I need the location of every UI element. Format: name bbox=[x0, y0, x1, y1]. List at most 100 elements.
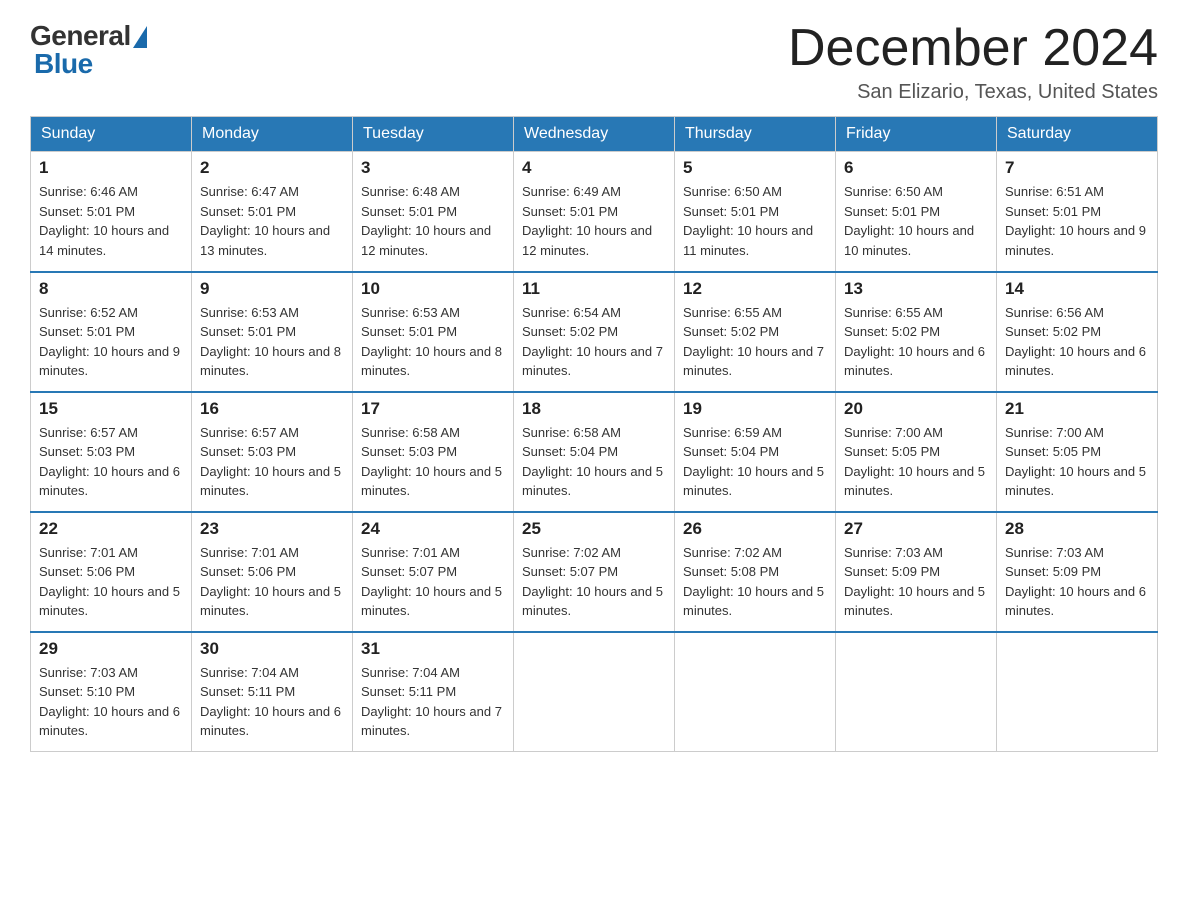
calendar-day-cell: 2 Sunrise: 6:47 AMSunset: 5:01 PMDaylight… bbox=[192, 152, 353, 272]
day-number: 4 bbox=[522, 158, 666, 178]
calendar-day-cell: 6 Sunrise: 6:50 AMSunset: 5:01 PMDaylight… bbox=[836, 152, 997, 272]
calendar-day-cell: 15 Sunrise: 6:57 AMSunset: 5:03 PMDayligh… bbox=[31, 392, 192, 512]
calendar-day-cell: 17 Sunrise: 6:58 AMSunset: 5:03 PMDayligh… bbox=[353, 392, 514, 512]
calendar-day-cell: 30 Sunrise: 7:04 AMSunset: 5:11 PMDayligh… bbox=[192, 632, 353, 752]
calendar-week-row: 15 Sunrise: 6:57 AMSunset: 5:03 PMDayligh… bbox=[31, 392, 1158, 512]
calendar-day-cell: 22Sunrise: 7:01 AMSunset: 5:06 PMDayligh… bbox=[31, 512, 192, 632]
day-number: 30 bbox=[200, 639, 344, 659]
calendar-header-monday: Monday bbox=[192, 117, 353, 152]
calendar-day-cell: 7 Sunrise: 6:51 AMSunset: 5:01 PMDaylight… bbox=[997, 152, 1158, 272]
day-info: Sunrise: 6:55 AMSunset: 5:02 PMDaylight:… bbox=[683, 303, 827, 381]
day-number: 3 bbox=[361, 158, 505, 178]
calendar-week-row: 1 Sunrise: 6:46 AMSunset: 5:01 PMDaylight… bbox=[31, 152, 1158, 272]
day-info: Sunrise: 7:04 AMSunset: 5:11 PMDaylight:… bbox=[361, 663, 505, 741]
day-number: 24 bbox=[361, 519, 505, 539]
calendar-day-cell: 4 Sunrise: 6:49 AMSunset: 5:01 PMDaylight… bbox=[514, 152, 675, 272]
day-info: Sunrise: 6:48 AMSunset: 5:01 PMDaylight:… bbox=[361, 182, 505, 260]
day-number: 28 bbox=[1005, 519, 1149, 539]
calendar-day-cell bbox=[675, 632, 836, 752]
page-header: General Blue December 2024 San Elizario,… bbox=[30, 20, 1158, 104]
day-info: Sunrise: 6:46 AMSunset: 5:01 PMDaylight:… bbox=[39, 182, 183, 260]
calendar-header-wednesday: Wednesday bbox=[514, 117, 675, 152]
day-number: 21 bbox=[1005, 399, 1149, 419]
calendar-day-cell: 13 Sunrise: 6:55 AMSunset: 5:02 PMDayligh… bbox=[836, 272, 997, 392]
calendar-day-cell: 20Sunrise: 7:00 AMSunset: 5:05 PMDayligh… bbox=[836, 392, 997, 512]
day-info: Sunrise: 7:03 AMSunset: 5:09 PMDaylight:… bbox=[844, 543, 988, 621]
calendar-day-cell: 10 Sunrise: 6:53 AMSunset: 5:01 PMDayligh… bbox=[353, 272, 514, 392]
day-info: Sunrise: 6:50 AMSunset: 5:01 PMDaylight:… bbox=[683, 182, 827, 260]
day-number: 29 bbox=[39, 639, 183, 659]
calendar-day-cell: 16Sunrise: 6:57 AMSunset: 5:03 PMDayligh… bbox=[192, 392, 353, 512]
calendar-table: SundayMondayTuesdayWednesdayThursdayFrid… bbox=[30, 116, 1158, 752]
day-info: Sunrise: 7:01 AMSunset: 5:06 PMDaylight:… bbox=[200, 543, 344, 621]
calendar-day-cell: 21 Sunrise: 7:00 AMSunset: 5:05 PMDayligh… bbox=[997, 392, 1158, 512]
day-number: 13 bbox=[844, 279, 988, 299]
calendar-day-cell: 23 Sunrise: 7:01 AMSunset: 5:06 PMDayligh… bbox=[192, 512, 353, 632]
calendar-header-saturday: Saturday bbox=[997, 117, 1158, 152]
day-info: Sunrise: 7:02 AMSunset: 5:07 PMDaylight:… bbox=[522, 543, 666, 621]
day-info: Sunrise: 7:00 AMSunset: 5:05 PMDaylight:… bbox=[844, 423, 988, 501]
day-info: Sunrise: 6:59 AMSunset: 5:04 PMDaylight:… bbox=[683, 423, 827, 501]
day-info: Sunrise: 6:58 AMSunset: 5:03 PMDaylight:… bbox=[361, 423, 505, 501]
day-info: Sunrise: 6:51 AMSunset: 5:01 PMDaylight:… bbox=[1005, 182, 1149, 260]
calendar-day-cell: 29Sunrise: 7:03 AMSunset: 5:10 PMDayligh… bbox=[31, 632, 192, 752]
day-number: 31 bbox=[361, 639, 505, 659]
day-number: 22 bbox=[39, 519, 183, 539]
logo-triangle-icon bbox=[133, 26, 147, 48]
calendar-day-cell bbox=[514, 632, 675, 752]
day-info: Sunrise: 6:58 AMSunset: 5:04 PMDaylight:… bbox=[522, 423, 666, 501]
calendar-day-cell: 9 Sunrise: 6:53 AMSunset: 5:01 PMDaylight… bbox=[192, 272, 353, 392]
day-number: 7 bbox=[1005, 158, 1149, 178]
day-number: 15 bbox=[39, 399, 183, 419]
calendar-subtitle: San Elizario, Texas, United States bbox=[788, 81, 1158, 104]
day-info: Sunrise: 6:53 AMSunset: 5:01 PMDaylight:… bbox=[361, 303, 505, 381]
day-number: 2 bbox=[200, 158, 344, 178]
logo-blue-text: Blue bbox=[34, 48, 93, 80]
calendar-day-cell: 1 Sunrise: 6:46 AMSunset: 5:01 PMDaylight… bbox=[31, 152, 192, 272]
calendar-week-row: 29Sunrise: 7:03 AMSunset: 5:10 PMDayligh… bbox=[31, 632, 1158, 752]
day-number: 18 bbox=[522, 399, 666, 419]
calendar-day-cell: 11 Sunrise: 6:54 AMSunset: 5:02 PMDayligh… bbox=[514, 272, 675, 392]
calendar-day-cell: 14 Sunrise: 6:56 AMSunset: 5:02 PMDayligh… bbox=[997, 272, 1158, 392]
day-info: Sunrise: 6:54 AMSunset: 5:02 PMDaylight:… bbox=[522, 303, 666, 381]
day-number: 17 bbox=[361, 399, 505, 419]
day-number: 27 bbox=[844, 519, 988, 539]
day-info: Sunrise: 7:04 AMSunset: 5:11 PMDaylight:… bbox=[200, 663, 344, 741]
day-number: 8 bbox=[39, 279, 183, 299]
calendar-header-sunday: Sunday bbox=[31, 117, 192, 152]
calendar-header-row: SundayMondayTuesdayWednesdayThursdayFrid… bbox=[31, 117, 1158, 152]
calendar-day-cell: 8 Sunrise: 6:52 AMSunset: 5:01 PMDaylight… bbox=[31, 272, 192, 392]
calendar-title: December 2024 bbox=[788, 20, 1158, 77]
day-number: 12 bbox=[683, 279, 827, 299]
day-number: 23 bbox=[200, 519, 344, 539]
title-section: December 2024 San Elizario, Texas, Unite… bbox=[788, 20, 1158, 104]
day-info: Sunrise: 6:49 AMSunset: 5:01 PMDaylight:… bbox=[522, 182, 666, 260]
day-number: 14 bbox=[1005, 279, 1149, 299]
day-info: Sunrise: 6:52 AMSunset: 5:01 PMDaylight:… bbox=[39, 303, 183, 381]
day-info: Sunrise: 6:47 AMSunset: 5:01 PMDaylight:… bbox=[200, 182, 344, 260]
day-number: 26 bbox=[683, 519, 827, 539]
day-number: 9 bbox=[200, 279, 344, 299]
day-info: Sunrise: 6:56 AMSunset: 5:02 PMDaylight:… bbox=[1005, 303, 1149, 381]
day-info: Sunrise: 7:00 AMSunset: 5:05 PMDaylight:… bbox=[1005, 423, 1149, 501]
day-info: Sunrise: 6:53 AMSunset: 5:01 PMDaylight:… bbox=[200, 303, 344, 381]
calendar-header-tuesday: Tuesday bbox=[353, 117, 514, 152]
day-number: 19 bbox=[683, 399, 827, 419]
calendar-day-cell: 5Sunrise: 6:50 AMSunset: 5:01 PMDaylight… bbox=[675, 152, 836, 272]
day-info: Sunrise: 7:03 AMSunset: 5:09 PMDaylight:… bbox=[1005, 543, 1149, 621]
day-info: Sunrise: 6:57 AMSunset: 5:03 PMDaylight:… bbox=[39, 423, 183, 501]
day-number: 1 bbox=[39, 158, 183, 178]
calendar-day-cell bbox=[997, 632, 1158, 752]
calendar-day-cell bbox=[836, 632, 997, 752]
day-info: Sunrise: 6:55 AMSunset: 5:02 PMDaylight:… bbox=[844, 303, 988, 381]
calendar-day-cell: 18 Sunrise: 6:58 AMSunset: 5:04 PMDayligh… bbox=[514, 392, 675, 512]
day-info: Sunrise: 7:02 AMSunset: 5:08 PMDaylight:… bbox=[683, 543, 827, 621]
day-number: 11 bbox=[522, 279, 666, 299]
day-number: 10 bbox=[361, 279, 505, 299]
day-info: Sunrise: 6:50 AMSunset: 5:01 PMDaylight:… bbox=[844, 182, 988, 260]
calendar-week-row: 8 Sunrise: 6:52 AMSunset: 5:01 PMDaylight… bbox=[31, 272, 1158, 392]
day-number: 6 bbox=[844, 158, 988, 178]
calendar-header-friday: Friday bbox=[836, 117, 997, 152]
calendar-day-cell: 12 Sunrise: 6:55 AMSunset: 5:02 PMDayligh… bbox=[675, 272, 836, 392]
calendar-day-cell: 27 Sunrise: 7:03 AMSunset: 5:09 PMDayligh… bbox=[836, 512, 997, 632]
